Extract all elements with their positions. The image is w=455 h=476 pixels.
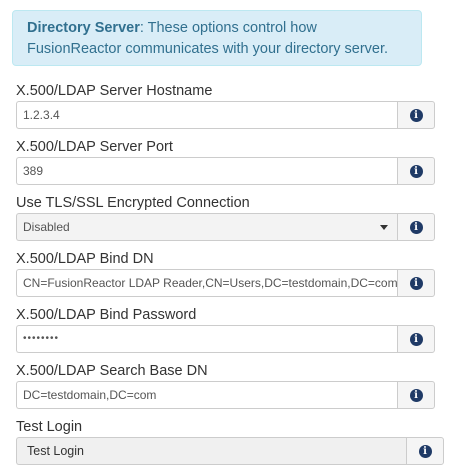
caret-down-icon [380,225,388,230]
bind-password-group: X.500/LDAP Bind Password •••••••• i [16,306,435,353]
tls-select[interactable]: Disabled [16,213,397,241]
hostname-input[interactable]: 1.2.3.4 [16,101,397,129]
port-input[interactable]: 389 [16,157,397,185]
test-login-group: Test Login Test Login i [16,418,444,465]
port-label: X.500/LDAP Server Port [16,139,173,155]
hostname-info-button[interactable]: i [397,101,435,129]
test-login-info-button[interactable]: i [406,437,444,465]
info-icon: i [409,164,423,178]
alert-title: Directory Server [27,20,140,36]
bind-password-info-button[interactable]: i [397,325,435,353]
info-icon: i [409,332,423,346]
hostname-label: X.500/LDAP Server Hostname [16,83,213,99]
search-base-label: X.500/LDAP Search Base DN [16,363,208,379]
search-base-group: X.500/LDAP Search Base DN DC=testdomain,… [16,362,435,409]
search-base-info-button[interactable]: i [397,381,435,409]
directory-server-info-alert: Directory Server: These options control … [12,10,422,66]
info-icon: i [409,388,423,402]
tls-info-button[interactable]: i [397,213,435,241]
bind-dn-group: X.500/LDAP Bind DN CN=FusionReactor LDAP… [16,250,435,297]
info-icon: i [418,444,432,458]
tls-group: Use TLS/SSL Encrypted Connection Disable… [16,194,435,241]
info-icon: i [409,220,423,234]
bind-password-input[interactable]: •••••••• [16,325,397,353]
bind-dn-label: X.500/LDAP Bind DN [16,251,154,267]
hostname-group: X.500/LDAP Server Hostname 1.2.3.4 i [16,82,435,129]
bind-dn-info-button[interactable]: i [397,269,435,297]
port-info-button[interactable]: i [397,157,435,185]
bind-dn-input[interactable]: CN=FusionReactor LDAP Reader,CN=Users,DC… [16,269,397,297]
info-icon: i [409,276,423,290]
bind-password-label: X.500/LDAP Bind Password [16,307,197,323]
info-icon: i [409,108,423,122]
port-group: X.500/LDAP Server Port 389 i [16,138,435,185]
test-login-label: Test Login [16,419,83,435]
search-base-input[interactable]: DC=testdomain,DC=com [16,381,397,409]
tls-label: Use TLS/SSL Encrypted Connection [16,195,250,211]
test-login-button[interactable]: Test Login [16,437,406,465]
tls-select-value: Disabled [23,220,70,234]
